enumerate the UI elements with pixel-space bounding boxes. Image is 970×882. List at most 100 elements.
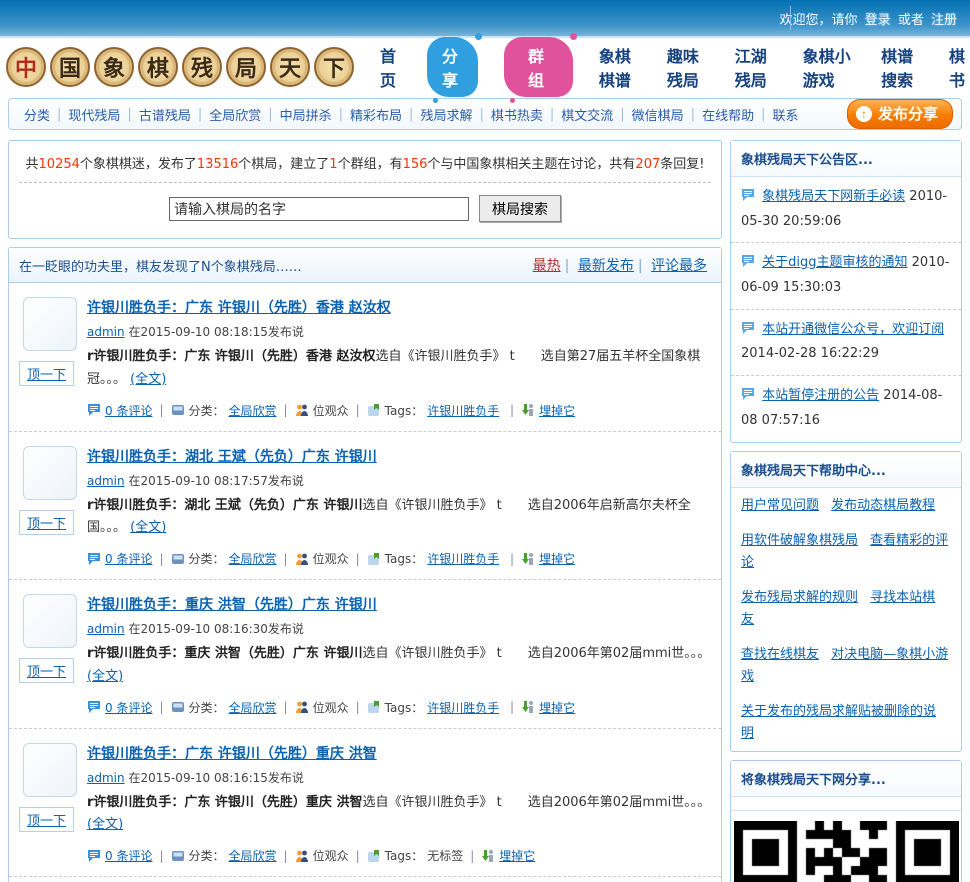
bury-link[interactable]: 埋掉它 (499, 847, 535, 864)
login-link[interactable]: 登录 (865, 13, 891, 28)
help-link[interactable]: 发布残局求解的规则 (741, 590, 858, 605)
tag-link[interactable]: 许银川胜负手 (427, 402, 499, 419)
category-icon (171, 702, 184, 712)
post-title-link[interactable]: 许银川胜负手：广东 许银川（先胜）香港 赵汝权 (87, 300, 391, 316)
register-link[interactable]: 注册 (931, 13, 957, 28)
post-excerpt: r许银川胜负手：湖北 王斌（先负）广东 许银川选自《许银川胜负手》 t 选自20… (87, 497, 691, 536)
announcement-link[interactable]: 本站开通微信公众号，欢迎订阅 (762, 322, 944, 337)
sub-nav: 分类 | 现代残局 | 古谱残局 | 全局欣赏 | 中局拼杀 | 精彩布局 | 残局求解 | … (8, 98, 962, 130)
post-author-link[interactable]: admin (87, 622, 125, 636)
tag-icon (367, 701, 379, 713)
vote-up-button[interactable]: 顶一下 (19, 806, 75, 832)
category-link[interactable]: 全局欣赏 (229, 550, 277, 567)
help-row: 用软件破解象棋残局 查看精彩的评论 (731, 523, 961, 580)
stats-search-box: 共10254个象棋棋迷，发布了13516个棋局，建立了1个群组，有156个与中国… (8, 140, 722, 239)
site-header: 中 国 象 棋 残 局 天 下 首页 分享 群组 象棋棋谱 趣味残局 江湖残局 … (0, 33, 970, 103)
help-link[interactable]: 关于发布的残局求解贴被删除的说明 (741, 704, 936, 741)
topbar-divider (790, 6, 791, 30)
nav-chess-manual[interactable]: 象棋棋谱 (599, 43, 641, 91)
stat-replies: 207 (635, 157, 661, 172)
nav-mini-games[interactable]: 象棋小游戏 (803, 43, 855, 91)
category-link[interactable]: 全局欣赏 (229, 847, 277, 864)
category-link[interactable]: 全局欣赏 (229, 402, 277, 419)
subnav-chess-articles[interactable]: 棋文交流 (561, 105, 613, 124)
sort-most-comments-link[interactable]: 评论最多 (651, 258, 707, 274)
subnav-books-sale[interactable]: 棋书热卖 (491, 105, 543, 124)
nav-home[interactable]: 首页 (380, 43, 401, 91)
post-title-link[interactable]: 许银川胜负手：湖北 王斌（先负）广东 许银川 (87, 449, 377, 465)
share-box-title: 将象棋残局天下网分享... (731, 761, 961, 798)
subnav-modern-endgame[interactable]: 现代残局 (68, 105, 120, 124)
list-header: 在一眨眼的功夫里，棋友发现了N个象棋残局…… 最热 | 最新发布 | 评论最多 (9, 248, 721, 283)
nav-share[interactable]: 分享 (426, 33, 482, 103)
help-link[interactable]: 用户常见问题 (741, 498, 819, 513)
stat-topics: 156 (402, 157, 428, 172)
subnav-midgame[interactable]: 中局拼杀 (280, 105, 332, 124)
subnav-opening[interactable]: 精彩布局 (350, 105, 402, 124)
subnav-full-game[interactable]: 全局欣赏 (209, 105, 261, 124)
subnav-wechat[interactable]: 微信棋局 (632, 105, 684, 124)
game-search-input[interactable] (169, 196, 469, 221)
help-link[interactable]: 用软件破解象棋残局 (741, 533, 858, 548)
nav-group[interactable]: 群组 (503, 33, 577, 103)
game-search-button[interactable]: 棋局搜索 (479, 195, 561, 222)
help-link[interactable]: 查找在线棋友 (741, 647, 819, 662)
help-center-title: 象棋残局天下帮助中心... (731, 451, 961, 488)
publish-share-button[interactable]: ↑ 发布分享 (846, 99, 953, 129)
sort-newest-link[interactable]: 最新发布 (578, 258, 634, 274)
bury-link[interactable]: 埋掉它 (539, 699, 575, 716)
post-thumbnail[interactable] (23, 742, 77, 797)
viewers-label: 位观众 (312, 849, 349, 863)
full-text-link[interactable]: (全文) (87, 817, 123, 832)
comments-link[interactable]: 0 条评论 (105, 550, 152, 567)
subnav-contact[interactable]: 联系 (772, 105, 798, 124)
post-title-link[interactable]: 许银川胜负手：广东 许银川（先胜）重庆 洪智 (87, 746, 377, 762)
full-text-link[interactable]: (全文) (130, 520, 166, 535)
full-text-link[interactable]: (全文) (87, 669, 123, 684)
tag-link[interactable]: 许银川胜负手 (427, 699, 499, 716)
announcement-link[interactable]: 象棋残局天下网新手必读 (762, 189, 905, 204)
nav-manual-search[interactable]: 棋谱搜索 (881, 43, 923, 91)
post-thumbnail[interactable] (23, 297, 77, 351)
category-label: 分类： (188, 849, 225, 863)
subnav-solve[interactable]: 残局求解 (420, 105, 472, 124)
vote-up-button[interactable]: 顶一下 (19, 509, 75, 535)
subnav-ancient-endgame[interactable]: 古谱残局 (139, 105, 191, 124)
vote-up-button[interactable]: 顶一下 (19, 658, 75, 683)
post-time: 在2015-09-10 08:16:15发布说 (128, 770, 304, 785)
endgame-list: 在一眨眼的功夫里，棋友发现了N个象棋残局…… 最热 | 最新发布 | 评论最多 顶一… (8, 247, 722, 882)
post-author-link[interactable]: admin (87, 771, 125, 785)
post-title-link[interactable]: 许银川胜负手：重庆 洪智（先胜）广东 许银川 (87, 597, 377, 613)
subnav-online-help[interactable]: 在线帮助 (702, 105, 754, 124)
post-thumbnail[interactable] (23, 594, 77, 648)
nav-fun-endgame[interactable]: 趣味残局 (667, 43, 709, 91)
announcement-item: 本站暂停注册的公告 2014-08-08 07:57:16 (731, 376, 961, 441)
bubble-icon (742, 388, 754, 401)
category-link[interactable]: 全局欣赏 (229, 699, 277, 716)
site-logo[interactable]: 中 国 象 棋 残 局 天 下 (6, 47, 354, 87)
bury-icon (522, 404, 534, 416)
comments-link[interactable]: 0 条评论 (105, 402, 152, 419)
nav-jianghu-endgame[interactable]: 江湖残局 (735, 43, 777, 91)
post-author-link[interactable]: admin (87, 325, 125, 339)
announcement-link[interactable]: 关于digg主题审核的通知 (762, 255, 907, 270)
post-time: 在2015-09-10 08:18:15发布说 (128, 325, 304, 339)
category-icon (171, 850, 184, 861)
comments-link[interactable]: 0 条评论 (105, 699, 152, 716)
announcements-box: 象棋残局天下公告区... 象棋残局天下网新手必读 2010-05-30 20:5… (730, 140, 962, 443)
vote-up-button[interactable]: 顶一下 (19, 361, 75, 386)
post-thumbnail[interactable] (23, 445, 77, 500)
comments-link[interactable]: 0 条评论 (105, 847, 152, 864)
post-author-link[interactable]: admin (87, 474, 125, 488)
subnav-category[interactable]: 分类 (24, 105, 50, 124)
help-link[interactable]: 发布动态棋局教程 (831, 498, 935, 513)
share-box: 将象棋残局天下网分享... 象 关注本站，每天看精彩棋局。 打开手机微信，点击“… (730, 760, 962, 882)
full-text-link[interactable]: (全文) (130, 372, 166, 387)
nav-chess-books[interactable]: 棋书 (949, 43, 970, 91)
sort-hot-link[interactable]: 最热 (533, 258, 561, 274)
bury-link[interactable]: 埋掉它 (539, 550, 575, 567)
announcement-link[interactable]: 本站暂停注册的公告 (762, 388, 879, 403)
tag-link[interactable]: 许银川胜负手 (427, 550, 499, 567)
post-excerpt: r许银川胜负手：重庆 洪智（先胜）广东 许银川选自《许银川胜负手》 t 选自20… (87, 646, 711, 684)
bury-link[interactable]: 埋掉它 (539, 402, 575, 419)
